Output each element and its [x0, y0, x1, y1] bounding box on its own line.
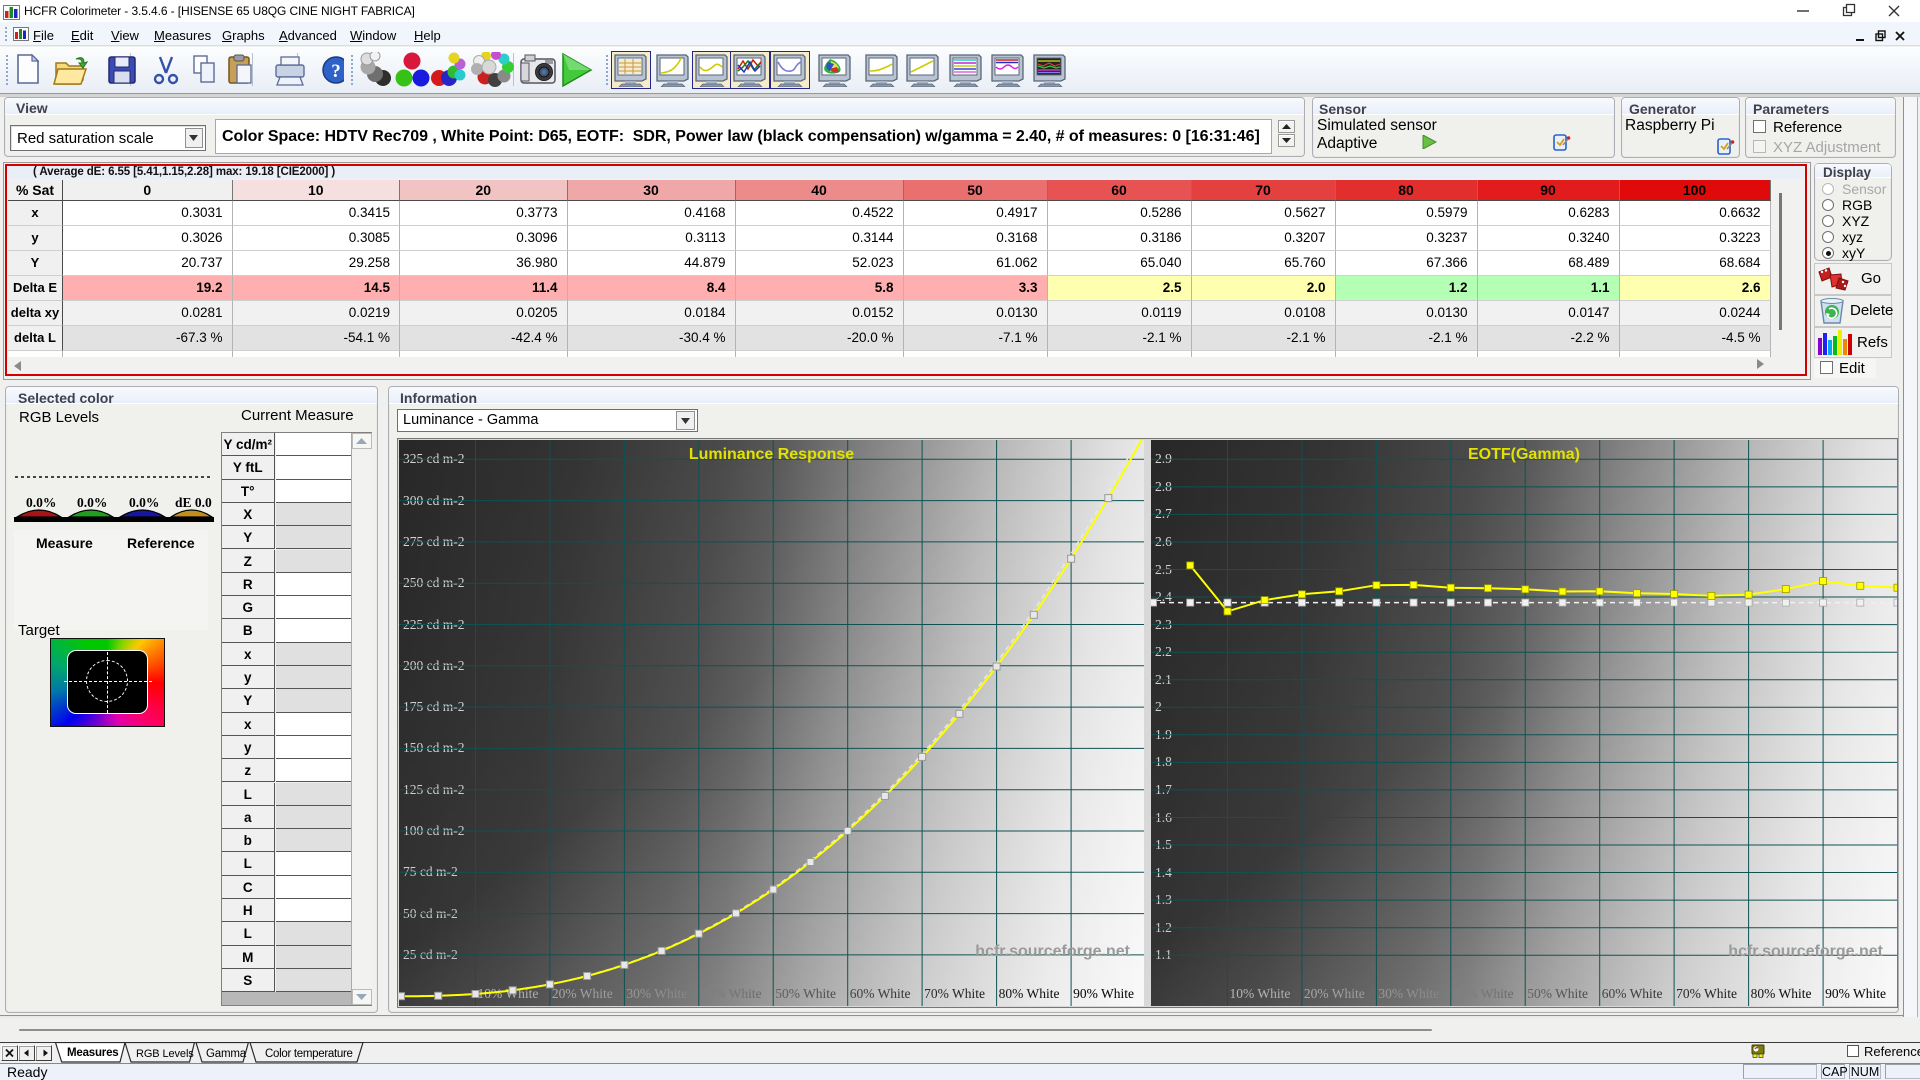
svg-text:?: ? [331, 61, 341, 82]
